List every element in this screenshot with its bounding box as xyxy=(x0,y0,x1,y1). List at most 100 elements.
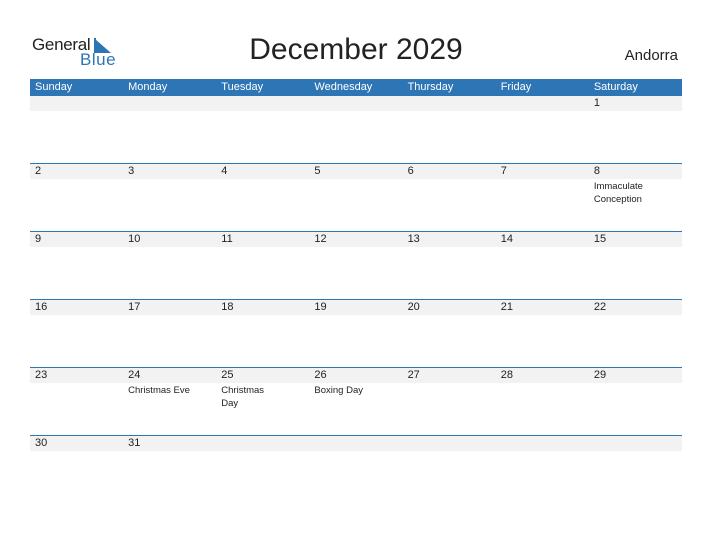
day-cell: 18 xyxy=(216,300,309,315)
day-cell xyxy=(403,96,496,111)
day-number: 1 xyxy=(593,97,600,109)
day-number: 10 xyxy=(128,233,141,245)
day-number: 23 xyxy=(35,369,48,381)
week-row: 2 3 4 5 6 7 8 Immaculate Conception xyxy=(30,163,682,231)
day-cell: 27 xyxy=(403,368,496,410)
holiday-label: Boxing Day xyxy=(314,385,364,396)
day-number: 22 xyxy=(593,301,607,313)
day-number xyxy=(128,96,216,111)
day-number xyxy=(594,436,682,451)
day-cell: 9 xyxy=(30,232,123,247)
day-cell: 6 xyxy=(403,164,496,206)
day-cell: 13 xyxy=(403,232,496,247)
calendar-grid: Sunday Monday Tuesday Wednesday Thursday… xyxy=(30,79,682,503)
day-number: 21 xyxy=(500,301,513,313)
day-number: 7 xyxy=(500,165,507,177)
day-number: 28 xyxy=(500,369,513,381)
day-cell: 2 xyxy=(30,164,123,206)
week-cells: 2 3 4 5 6 7 8 Immaculate Conception xyxy=(30,164,682,206)
day-number: 6 xyxy=(407,165,414,177)
day-number: 3 xyxy=(128,165,135,177)
day-number xyxy=(501,436,589,451)
day-number: 24 xyxy=(128,369,141,381)
day-cell: 21 xyxy=(496,300,589,315)
day-number: 26 xyxy=(314,369,327,381)
day-cell xyxy=(123,96,216,111)
day-cell: 5 xyxy=(309,164,402,206)
week-row: 30 31 xyxy=(30,435,682,503)
day-cell xyxy=(216,436,309,451)
day-cell xyxy=(496,436,589,451)
day-number: 12 xyxy=(314,233,327,245)
week-cells: 23 24 Christmas Eve 25 Christmas Day 26 Boxing… xyxy=(30,368,682,410)
day-number: 4 xyxy=(221,165,228,177)
day-cell: 16 xyxy=(30,300,123,315)
day-number: 29 xyxy=(593,369,607,381)
day-number: 30 xyxy=(35,437,48,449)
day-number xyxy=(501,96,589,111)
day-cell: 4 xyxy=(216,164,309,206)
day-cell xyxy=(309,96,402,111)
day-number xyxy=(408,436,496,451)
day-number: 11 xyxy=(221,233,233,245)
holiday-label: Christmas Day xyxy=(221,385,265,409)
day-cell: 20 xyxy=(403,300,496,315)
day-number: 27 xyxy=(407,369,420,381)
week-cells: 9 10 11 12 13 14 15 xyxy=(30,232,682,247)
day-cell: 25 Christmas Day xyxy=(216,368,309,410)
day-number: 8 xyxy=(593,165,600,177)
day-cell: 12 xyxy=(309,232,402,247)
day-number xyxy=(221,96,309,111)
day-number xyxy=(314,96,402,111)
week-row: 1 xyxy=(30,96,682,163)
week-cells: 30 31 xyxy=(30,436,682,451)
day-cell xyxy=(589,436,682,451)
day-number xyxy=(221,436,309,451)
day-cell: 24 Christmas Eve xyxy=(123,368,216,410)
day-number: 17 xyxy=(128,301,141,313)
day-cell xyxy=(30,96,123,111)
day-cell: 17 xyxy=(123,300,216,315)
day-number: 31 xyxy=(128,437,141,449)
day-cell: 14 xyxy=(496,232,589,247)
weekday-header: Sunday Monday Tuesday Wednesday Thursday… xyxy=(30,79,682,96)
day-number: 25 xyxy=(221,369,234,381)
day-number: 15 xyxy=(593,233,607,245)
day-number: 16 xyxy=(35,301,48,313)
day-number: 19 xyxy=(314,301,327,313)
day-number: 5 xyxy=(314,165,321,177)
day-cell: 29 xyxy=(589,368,682,410)
day-cell xyxy=(216,96,309,111)
weekday-friday: Friday xyxy=(500,81,532,93)
day-number xyxy=(35,96,123,111)
day-cell: 26 Boxing Day xyxy=(309,368,402,410)
day-number xyxy=(314,436,402,451)
day-cell: 7 xyxy=(496,164,589,206)
day-cell xyxy=(496,96,589,111)
day-cell: 31 xyxy=(123,436,216,451)
day-cell xyxy=(403,436,496,451)
day-number: 14 xyxy=(500,233,513,245)
day-number: 18 xyxy=(221,301,234,313)
weekday-sunday: Sunday xyxy=(35,81,73,93)
weekday-thursday: Thursday xyxy=(407,81,454,93)
day-number: 2 xyxy=(35,165,42,177)
day-cell: 3 xyxy=(123,164,216,206)
country-label: Andorra xyxy=(624,47,678,64)
day-number: 9 xyxy=(35,233,42,245)
week-cells: 16 17 18 19 20 21 22 xyxy=(30,300,682,315)
day-cell: 22 xyxy=(589,300,682,315)
day-cell xyxy=(309,436,402,451)
weeks-container: 1 2 3 4 5 6 7 8 Immaculate Conception 9 10 11 12 13 14… xyxy=(30,96,682,503)
day-cell: 1 xyxy=(589,96,682,111)
weekday-monday: Monday xyxy=(128,81,168,93)
week-row: 23 24 Christmas Eve 25 Christmas Day 26 Boxing… xyxy=(30,367,682,435)
day-number: 20 xyxy=(407,301,420,313)
weekday-tuesday: Tuesday xyxy=(221,81,264,93)
week-row: 9 10 11 12 13 14 15 xyxy=(30,231,682,299)
holiday-label: Immaculate Conception xyxy=(593,181,643,205)
day-cell: 10 xyxy=(123,232,216,247)
day-cell: 8 Immaculate Conception xyxy=(589,164,682,206)
weekday-wednesday: Wednesday xyxy=(314,81,373,93)
day-cell: 11 xyxy=(216,232,309,247)
